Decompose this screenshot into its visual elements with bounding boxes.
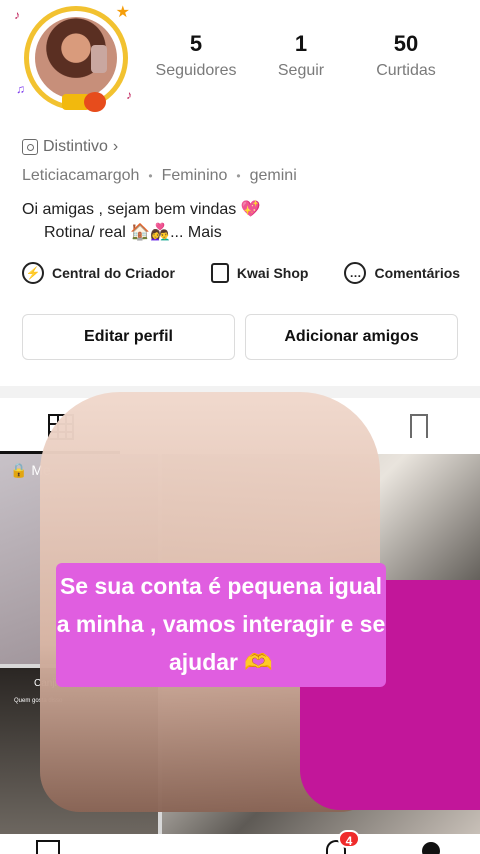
stat-followers[interactable]: 5 Seguidores <box>146 30 246 80</box>
bottom-nav: 4 <box>0 830 480 854</box>
avatar-photo <box>35 17 117 99</box>
shopping-bag-icon <box>210 263 229 283</box>
tool-label: Comentários <box>374 265 461 281</box>
badge-icon <box>22 139 38 155</box>
followers-count: 5 <box>189 31 203 56</box>
gender: Feminino <box>161 167 228 184</box>
distinctive-badge-link[interactable]: Distintivo › <box>22 138 118 156</box>
star-icon: ★ <box>115 4 130 21</box>
separator: • <box>236 169 241 183</box>
creator-center-button[interactable]: ⚡ Central do Criador <box>22 262 175 284</box>
creator-tools: ⚡ Central do Criador Kwai Shop … Comentá… <box>22 262 480 284</box>
comments-button[interactable]: … Comentários <box>344 262 460 284</box>
stat-likes[interactable]: 50 Curtidas <box>356 30 456 80</box>
following-label: Seguir <box>277 62 325 79</box>
profile-stats: 5 Seguidores 1 Seguir 50 Curtidas <box>146 30 456 80</box>
bio-line-1: Oi amigas , sejam bem vindas 💖 <box>22 201 261 218</box>
likes-label: Curtidas <box>376 62 436 79</box>
profile-page: ♪ ★ ♫ ♪ 5 Seguidores 1 Seguir 50 Curtida… <box>0 0 480 854</box>
music-note-icon: ♪ <box>14 8 20 22</box>
profile-icon[interactable] <box>422 842 440 854</box>
username: Leticiacamargoh <box>22 167 140 184</box>
sticker-caption: Se sua conta é pequena igual a minha , v… <box>56 563 386 687</box>
profile-meta: Leticiacamargoh • Feminino • gemini <box>22 167 297 185</box>
edit-profile-button[interactable]: Editar perfil <box>22 314 235 360</box>
followers-label: Seguidores <box>155 62 237 79</box>
music-note-icon: ♫ <box>16 82 25 96</box>
kwai-shop-button[interactable]: Kwai Shop <box>210 263 309 283</box>
stat-following[interactable]: 1 Seguir <box>251 30 351 80</box>
chevron-right-icon: › <box>112 138 119 155</box>
profile-actions: Editar perfil Adicionar amigos <box>22 314 458 360</box>
following-count: 1 <box>294 31 308 56</box>
comment-bubble-icon: … <box>344 262 367 284</box>
zodiac-sign: gemini <box>249 167 297 184</box>
tool-label: Central do Criador <box>52 265 175 281</box>
avatar[interactable]: ♪ ★ ♫ ♪ <box>14 2 132 112</box>
home-icon[interactable] <box>36 840 60 854</box>
music-note-icon: ♪ <box>126 88 132 102</box>
bookmark-icon[interactable] <box>410 414 428 438</box>
lightning-pin-icon: ⚡ <box>22 262 44 284</box>
bio-more-link[interactable]: Mais <box>188 224 222 241</box>
separator: • <box>148 169 153 183</box>
inbox-badge: 4 <box>338 830 360 848</box>
badge-label: Distintivo <box>43 138 108 155</box>
record-badge-icon <box>84 92 106 112</box>
bio-line-2-text: Rotina/ real 🏠👩‍❤️‍👨... <box>44 224 184 241</box>
tool-label: Kwai Shop <box>236 265 309 281</box>
likes-count: 50 <box>393 31 419 56</box>
bio-line-2: Rotina/ real 🏠👩‍❤️‍👨... Mais <box>44 222 222 242</box>
add-friends-button[interactable]: Adicionar amigos <box>245 314 458 360</box>
